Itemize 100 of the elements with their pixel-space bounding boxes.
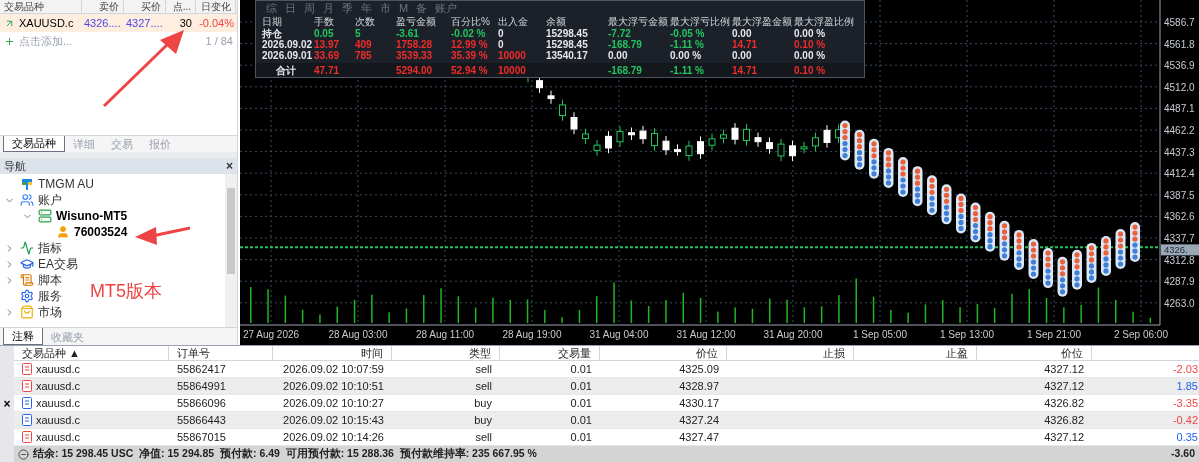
candle [731, 122, 739, 145]
column-header[interactable]: 交易量 [500, 346, 600, 360]
panel-tab[interactable]: 注释 [3, 328, 43, 345]
stat-value: 0 [498, 28, 504, 39]
tree-item[interactable]: EA交易 [38, 255, 78, 273]
table-cell: 4327.47 [679, 430, 719, 443]
stat-value: 0.10 % [794, 39, 826, 50]
price-axis-label: 4387.5 [1164, 189, 1195, 201]
column-header[interactable]: 点... [166, 0, 196, 13]
account-summary: 结余: 15 298.45 USC 净值: 15 294.85 预付款: 6.49 可用预付款: 15 288.36 预付款维持率: 235 667.95 % [33, 446, 537, 462]
trade-marker [1014, 229, 1024, 270]
collapse-icon[interactable] [18, 448, 29, 460]
table-cell: 55864991 [177, 379, 226, 392]
tree-item[interactable]: 指标 [38, 239, 62, 257]
column-header[interactable]: 交易品种 ▲ [14, 346, 169, 360]
column-header[interactable]: 交易品种 [0, 0, 82, 13]
column-header[interactable]: 卖价 [82, 0, 124, 13]
column-header: 余额 [546, 16, 567, 28]
table-cell: 4330.17 [679, 396, 719, 409]
stat-value: 33.69 [314, 50, 340, 61]
time-axis-label: 1 Sep 13:00 [940, 329, 994, 340]
column-header[interactable]: 价位 [600, 346, 727, 360]
stat-value: -1.11 % [670, 39, 704, 50]
column-header[interactable]: 止盈 [854, 346, 977, 360]
points-cell-text: 30 [178, 15, 193, 31]
stat-value: 2026.09.02 [262, 39, 313, 50]
table-cell: 2026.09.02 10:10:51 [283, 379, 384, 392]
column-header[interactable]: 类型 [392, 346, 500, 360]
stat-value: 0 [498, 39, 504, 50]
column-header[interactable]: 日变化 [196, 0, 236, 13]
trade-marker [970, 202, 981, 243]
scrollbar[interactable] [225, 174, 237, 327]
trade-marker [1086, 242, 1097, 283]
column-header[interactable]: 时间 [273, 346, 392, 360]
trade-marker [1072, 249, 1082, 290]
bid-cell-text: 4326.... [83, 15, 122, 31]
price-axis-label: 4512.0 [1164, 81, 1195, 93]
table-cell-text: xauusd.c [36, 395, 81, 411]
volume-bar [578, 309, 581, 323]
stat-value: -0.02 % [451, 28, 486, 39]
profit-cell: 1.85 [1176, 379, 1198, 392]
tree-item[interactable]: 脚本 [38, 271, 62, 289]
stat-value: 合计 [276, 64, 296, 76]
close-button[interactable]: × [226, 160, 233, 172]
stat-value: 0.00 [732, 28, 752, 39]
stat-value: 0.00 % [670, 50, 702, 61]
stat-value: 5 [355, 28, 361, 39]
tree-item[interactable]: Wisuno-MT5 [56, 207, 128, 225]
trade-marker [854, 129, 865, 170]
period-tab[interactable]: 月 [323, 0, 334, 17]
candle [708, 133, 716, 151]
table-cell: sell [475, 379, 492, 392]
add-icon[interactable] [4, 35, 15, 47]
symbol-count: 1 / 84 [205, 33, 233, 49]
table-cell: buy [474, 396, 492, 409]
candle [605, 130, 612, 154]
users-icon [20, 193, 34, 207]
table-cell: 55862417 [177, 362, 226, 375]
tree-item[interactable]: 账户 [38, 191, 62, 209]
column-header[interactable]: 买价 [124, 0, 166, 13]
trade-marker [869, 138, 879, 179]
trade-marker [985, 211, 995, 252]
stat-value: 35.39 % [451, 50, 488, 61]
logo-icon [20, 177, 34, 191]
tree-item[interactable]: 76003524 [74, 223, 128, 241]
column-header[interactable]: 止损 [727, 346, 854, 360]
period-tab[interactable]: 综 [266, 0, 277, 17]
time-axis-label: 31 Aug 20:00 [763, 329, 823, 340]
table-cell: 2026.09.02 10:07:59 [283, 362, 384, 375]
volume-bar [993, 307, 996, 323]
annotation-text: MT5版本 [90, 280, 162, 303]
tree-item[interactable]: TMGM AU [38, 175, 94, 193]
candle [582, 128, 589, 145]
candle [651, 127, 658, 152]
table-cell: 0.01 [570, 362, 592, 375]
candle [800, 141, 808, 154]
time-axis-label: 31 Aug 12:00 [676, 329, 736, 340]
tree-item[interactable]: 服务 [38, 287, 62, 305]
candle [559, 99, 566, 122]
table-cell: 4327.12 [1044, 362, 1084, 375]
stat-value: 持仓 [262, 28, 282, 39]
column-header: 盈亏金额 [396, 16, 437, 28]
stat-value: 52.94 % [451, 64, 488, 76]
period-tab[interactable]: 周 [304, 0, 315, 17]
table-cell: 55866096 [177, 396, 226, 409]
trade-marker [840, 120, 850, 161]
volume-bar [405, 308, 408, 323]
candle [547, 90, 555, 105]
volume-bar [1045, 298, 1048, 323]
candle [697, 136, 704, 160]
column-header: 最大浮盈比例 [794, 16, 855, 28]
column-header: 最大浮亏比例 [670, 16, 731, 28]
panel-tab[interactable]: 交易品种 [3, 136, 65, 152]
price-axis-label: 4586.7 [1164, 17, 1195, 28]
column-header[interactable]: 订单号 [169, 346, 273, 360]
tree-item[interactable]: 市场 [38, 303, 62, 321]
table-cell: 4327.24 [679, 413, 719, 426]
stat-value: 409 [355, 39, 372, 50]
column-header[interactable]: 价位 [977, 346, 1092, 360]
time-axis-label: 1 Sep 05:00 [853, 329, 907, 340]
